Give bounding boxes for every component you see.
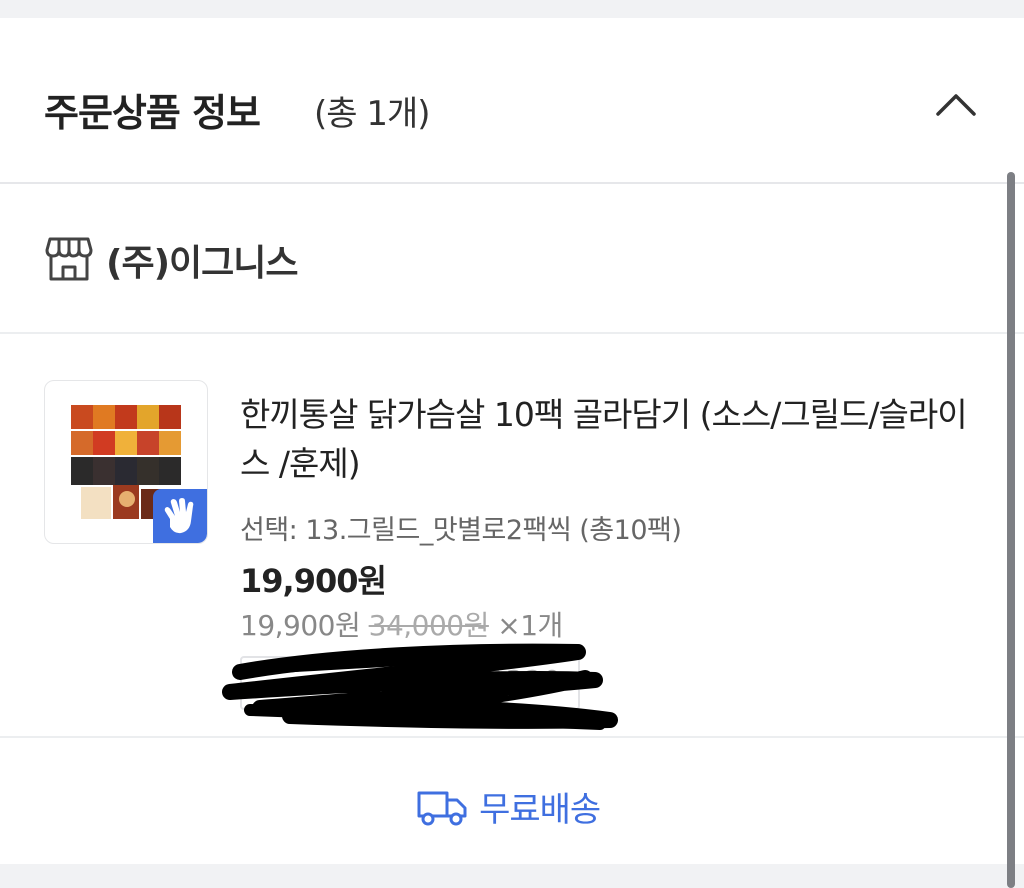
product-option: 선택: 13.그릴드_맛별로2팩씩 (총10팩) [240, 515, 682, 546]
order-items-header: 주문상품 정보 (총 1개) [0, 18, 1024, 184]
free-shipping: 무료배송 [416, 782, 601, 830]
hand-wave-icon [153, 489, 207, 543]
store-icon [45, 237, 93, 281]
shipping-row: 무료배송 [0, 738, 1024, 864]
order-items-card: 주문상품 정보 (총 1개) (주)이그니스 한끼통살 닭가슴살 10팩 골라담… [0, 18, 1024, 864]
redaction-scribble [222, 643, 618, 730]
shipping-label: 무료배송 [479, 790, 601, 830]
product-item: 한끼통살 닭가슴살 10팩 골라담기 (소스/그릴드/슬라이스 /훈제) 선택:… [0, 334, 1024, 738]
product-name[interactable]: 한끼통살 닭가슴살 10팩 골라담기 (소스/그릴드/슬라이스 /훈제) [240, 390, 980, 488]
seller-row: (주)이그니스 [0, 184, 1024, 334]
truck-icon [417, 791, 467, 825]
seller-name[interactable]: (주)이그니스 [106, 234, 299, 286]
item-count: (총 1개) [314, 94, 431, 134]
chevron-up-icon [936, 94, 976, 116]
product-price: 19,900원 [240, 562, 387, 600]
product-thumbnail[interactable] [44, 380, 208, 544]
scrollbar[interactable] [1007, 172, 1015, 888]
section-title: 주문상품 정보 [44, 91, 261, 135]
collapse-toggle-button[interactable] [932, 86, 980, 126]
